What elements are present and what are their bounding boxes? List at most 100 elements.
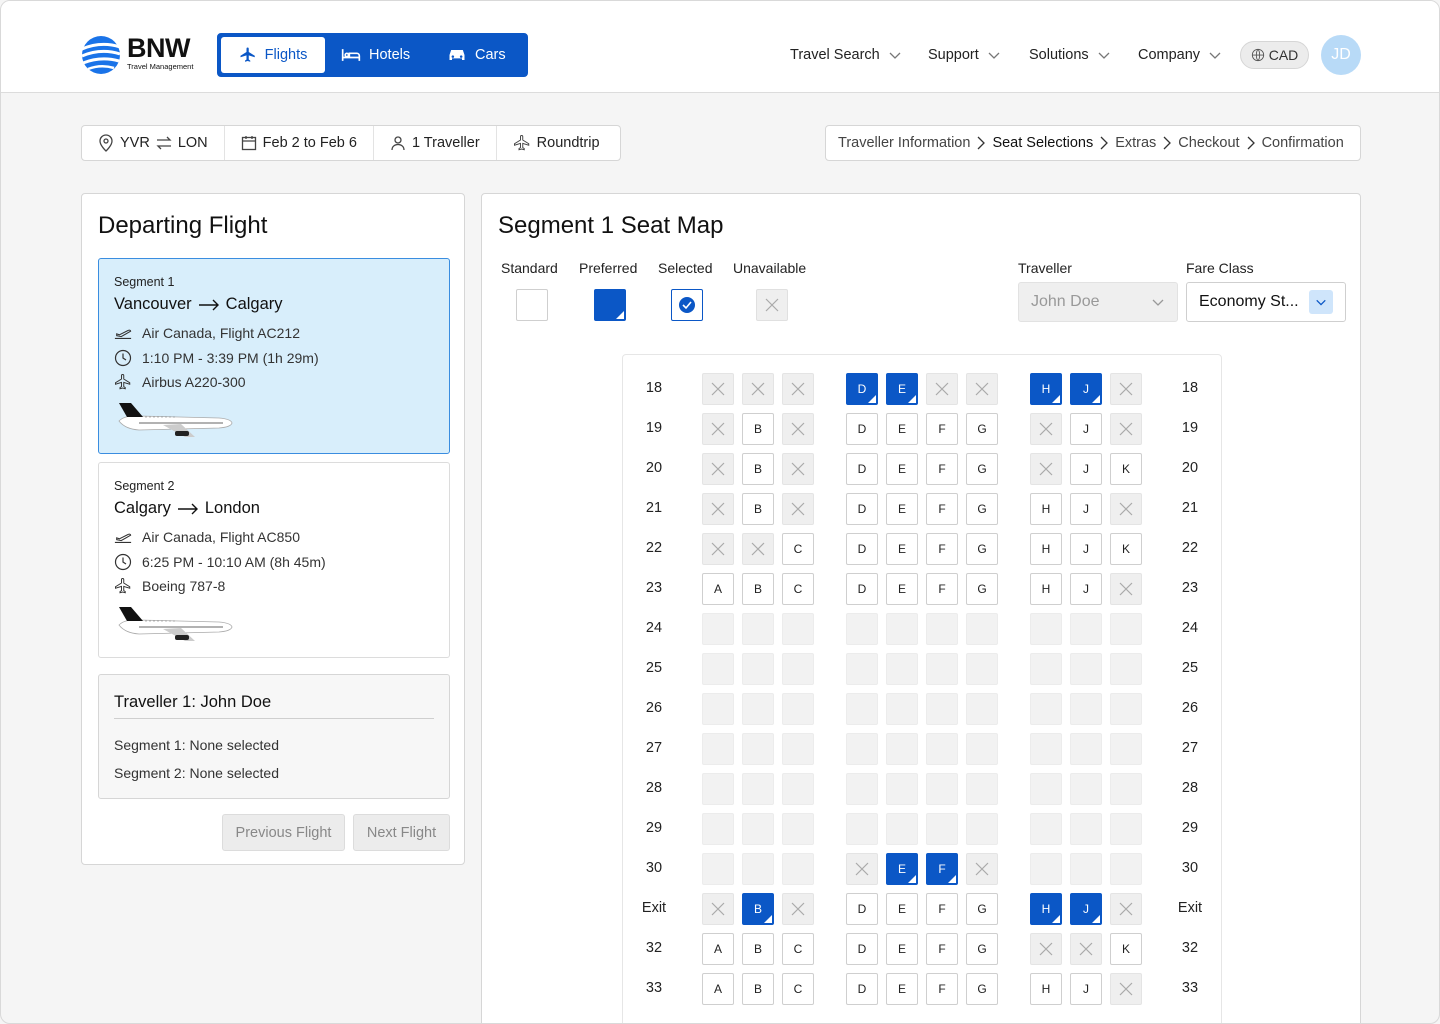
search-summary[interactable]: YVR LON Feb 2 to Feb 6 1 Traveller Round…	[81, 125, 621, 161]
seat-standard[interactable]: H	[1030, 533, 1062, 565]
seat-standard[interactable]: A	[702, 933, 734, 965]
seat-standard[interactable]: D	[846, 533, 878, 565]
seat-standard[interactable]: G	[966, 573, 998, 605]
seat-standard[interactable]: E	[886, 573, 918, 605]
seat-standard[interactable]: D	[846, 453, 878, 485]
seat-standard[interactable]: C	[782, 573, 814, 605]
seat-standard[interactable]: E	[886, 413, 918, 445]
seat-standard[interactable]: B	[742, 493, 774, 525]
seat-standard[interactable]: D	[846, 893, 878, 925]
seat-standard[interactable]: J	[1070, 453, 1102, 485]
seat-standard[interactable]: A	[702, 573, 734, 605]
seat-standard[interactable]: E	[886, 453, 918, 485]
seat-preferred[interactable]: H	[1030, 373, 1062, 405]
seat-standard[interactable]: F	[926, 973, 958, 1005]
seat-standard[interactable]: D	[846, 933, 878, 965]
seat-standard[interactable]: C	[782, 533, 814, 565]
tab-cars[interactable]: Cars	[447, 35, 506, 75]
seat-empty	[782, 613, 814, 645]
step-extras[interactable]: Extras	[1115, 135, 1156, 151]
legend-selected-label: Selected	[658, 260, 713, 276]
seat-preferred[interactable]: E	[886, 853, 918, 885]
seat-standard[interactable]: F	[926, 933, 958, 965]
seat-standard[interactable]: H	[1030, 573, 1062, 605]
legend-selected-swatch	[671, 289, 703, 321]
seat-empty	[886, 693, 918, 725]
seat-standard[interactable]: G	[966, 493, 998, 525]
dropdown-toggle[interactable]	[1309, 290, 1333, 314]
seat-standard[interactable]: B	[742, 973, 774, 1005]
step-seat-selections[interactable]: Seat Selections	[992, 135, 1093, 151]
seat-preferred[interactable]: B	[742, 893, 774, 925]
tab-flights[interactable]: Flights	[221, 37, 325, 73]
seat-standard[interactable]: F	[926, 893, 958, 925]
seat-standard[interactable]: B	[742, 573, 774, 605]
seat-standard[interactable]: E	[886, 493, 918, 525]
nav-solutions[interactable]: Solutions	[1029, 45, 1111, 65]
travellers-summary[interactable]: 1 Traveller	[374, 126, 497, 160]
seat-standard[interactable]: F	[926, 573, 958, 605]
seat-standard[interactable]: E	[886, 533, 918, 565]
step-checkout[interactable]: Checkout	[1178, 135, 1239, 151]
seat-preferred[interactable]: F	[926, 853, 958, 885]
segment-card-2[interactable]: Segment 2 Calgary London Air Canada, Fli…	[98, 462, 450, 658]
step-traveller-information[interactable]: Traveller Information	[838, 135, 970, 151]
seat-standard[interactable]: G	[966, 933, 998, 965]
currency-selector[interactable]: CAD	[1240, 41, 1309, 69]
seat-preferred[interactable]: J	[1070, 893, 1102, 925]
fare-class-select[interactable]: Economy St...	[1186, 282, 1346, 322]
segment-card-1[interactable]: Segment 1 Vancouver Calgary Air Canada, …	[98, 258, 450, 454]
seat-preferred[interactable]: D	[846, 373, 878, 405]
seat-standard[interactable]: F	[926, 493, 958, 525]
seat-standard[interactable]: H	[1030, 973, 1062, 1005]
seat-standard[interactable]: H	[1030, 493, 1062, 525]
seat-unavailable	[742, 373, 774, 405]
seat-standard[interactable]: D	[846, 573, 878, 605]
swap-arrows-icon	[156, 136, 172, 150]
seat-standard[interactable]: E	[886, 933, 918, 965]
seat-standard[interactable]: F	[926, 413, 958, 445]
seat-standard[interactable]: E	[886, 973, 918, 1005]
seat-standard[interactable]: A	[702, 973, 734, 1005]
step-confirmation[interactable]: Confirmation	[1262, 135, 1344, 151]
seat-standard[interactable]: J	[1070, 413, 1102, 445]
user-avatar[interactable]: JD	[1321, 35, 1361, 75]
previous-flight-button[interactable]: Previous Flight	[222, 814, 345, 851]
seat-standard[interactable]: G	[966, 453, 998, 485]
seat-standard[interactable]: K	[1110, 453, 1142, 485]
brand-logo[interactable]: BNW Travel Management	[81, 33, 203, 75]
seat-preferred[interactable]: H	[1030, 893, 1062, 925]
dates-summary[interactable]: Feb 2 to Feb 6	[225, 126, 374, 160]
nav-company[interactable]: Company	[1138, 45, 1222, 65]
traveller-select[interactable]: John Doe	[1018, 282, 1178, 322]
seat-standard[interactable]: K	[1110, 933, 1142, 965]
seat-standard[interactable]: K	[1110, 533, 1142, 565]
seat-standard[interactable]: J	[1070, 533, 1102, 565]
seat-standard[interactable]: B	[742, 453, 774, 485]
seat-standard[interactable]: G	[966, 533, 998, 565]
next-flight-button[interactable]: Next Flight	[353, 814, 450, 851]
seat-standard[interactable]: E	[886, 893, 918, 925]
seat-standard[interactable]: B	[742, 933, 774, 965]
seat-standard[interactable]: J	[1070, 493, 1102, 525]
seat-standard[interactable]: J	[1070, 573, 1102, 605]
seat-standard[interactable]: J	[1070, 973, 1102, 1005]
seat-standard[interactable]: D	[846, 413, 878, 445]
seat-standard[interactable]: B	[742, 413, 774, 445]
seat-standard[interactable]: G	[966, 893, 998, 925]
seat-standard[interactable]: D	[846, 973, 878, 1005]
seat-standard[interactable]: F	[926, 453, 958, 485]
seat-standard[interactable]: C	[782, 933, 814, 965]
seat-standard[interactable]: G	[966, 973, 998, 1005]
trip-type-summary[interactable]: Roundtrip	[497, 126, 616, 160]
route-summary[interactable]: YVR LON	[82, 126, 225, 160]
seat-preferred[interactable]: E	[886, 373, 918, 405]
seat-standard[interactable]: G	[966, 413, 998, 445]
nav-support[interactable]: Support	[928, 45, 1001, 65]
seat-standard[interactable]: C	[782, 973, 814, 1005]
tab-hotels[interactable]: Hotels	[341, 35, 410, 75]
nav-travel-search[interactable]: Travel Search	[790, 45, 902, 65]
seat-standard[interactable]: D	[846, 493, 878, 525]
seat-standard[interactable]: F	[926, 533, 958, 565]
seat-preferred[interactable]: J	[1070, 373, 1102, 405]
